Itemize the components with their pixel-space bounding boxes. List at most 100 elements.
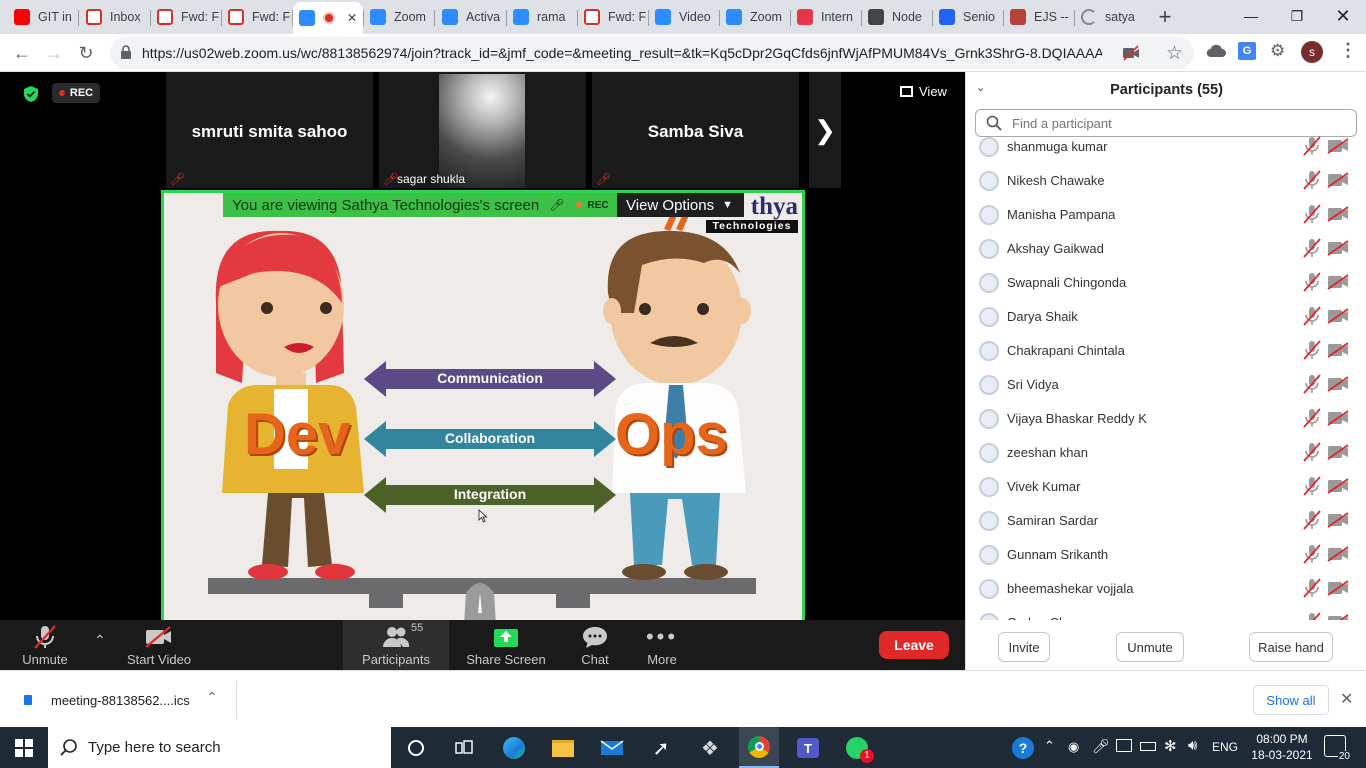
camera-blocked-icon[interactable] [1122, 45, 1140, 66]
participant-row[interactable]: Manisha Pampana [966, 198, 1366, 232]
indeed-icon [939, 9, 955, 25]
browser-tab[interactable]: ✕ [293, 2, 363, 34]
volume-icon[interactable]: 🔊︎ [1188, 737, 1197, 754]
translate-icon[interactable]: G [1238, 42, 1256, 60]
minimize-button[interactable]: — [1228, 0, 1274, 32]
browser-tab[interactable]: Zoom [364, 4, 434, 30]
restore-button[interactable]: ❐ [1274, 0, 1320, 32]
battery-icon[interactable] [1140, 742, 1156, 751]
participant-row[interactable]: Sri Vidya [966, 368, 1366, 402]
participant-row[interactable]: Vivek Kumar [966, 470, 1366, 504]
wifi-icon[interactable]: ✻ [1164, 737, 1177, 755]
browser-tab[interactable]: Senio [933, 4, 1003, 30]
close-window-button[interactable]: ✕ [1320, 0, 1366, 32]
unmute-button[interactable]: Unmute [18, 620, 72, 670]
bookmark-star-icon[interactable]: ☆ [1166, 42, 1183, 65]
chrome-taskbar-icon[interactable] [739, 727, 779, 768]
participant-avatar [979, 545, 999, 565]
start-video-button[interactable]: Start Video [124, 620, 194, 670]
participant-row[interactable]: Samiran Sardar [966, 504, 1366, 538]
browser-tab[interactable]: Inbox [80, 4, 150, 30]
view-options-button[interactable]: View Options ▼ [617, 193, 744, 217]
participant-row[interactable]: Swapnali Chingonda [966, 266, 1366, 300]
arrow-label-communication: Communication [437, 370, 543, 386]
extensions-puzzle-icon[interactable]: ⚙ [1270, 41, 1285, 61]
participant-row[interactable]: Chakrapani Chintala [966, 334, 1366, 368]
profile-avatar[interactable]: s [1301, 41, 1323, 63]
participant-video-thumbnail[interactable]: smruti smita sahoo 🎤︎ [166, 72, 373, 188]
app-lightning-icon[interactable]: ➚ [641, 732, 681, 764]
loading-icon [1081, 9, 1097, 25]
participant-row[interactable]: Nikesh Chawake [966, 164, 1366, 198]
download-options-chevron-icon[interactable]: ⌃ [206, 689, 218, 706]
next-page-arrow-button[interactable]: ❯ [809, 72, 841, 188]
close-download-bar-icon[interactable]: ✕ [1340, 689, 1353, 709]
cortana-icon[interactable] [396, 732, 436, 764]
edge-icon[interactable] [494, 732, 534, 764]
browser-tab-label: Zoom [394, 10, 426, 24]
participant-video-thumbnail[interactable]: Samba Siva 🎤︎ [592, 72, 799, 188]
participant-row[interactable]: Vijaya Bhaskar Reddy K [966, 402, 1366, 436]
view-toggle-button[interactable]: View [900, 84, 947, 99]
participant-row[interactable]: Gunnam Srikanth [966, 538, 1366, 572]
browser-menu-icon[interactable]: ⋮ [1339, 40, 1357, 61]
tray-overflow-chevron-icon[interactable]: ⌃ [1044, 738, 1055, 754]
browser-tab[interactable]: satya [1075, 4, 1145, 30]
back-button[interactable]: ← [8, 39, 36, 67]
dropbox-icon[interactable]: ❖ [690, 732, 730, 764]
video-off-icon [1327, 342, 1349, 363]
browser-tab[interactable]: rama [507, 4, 577, 30]
share-screen-button[interactable]: Share Screen [465, 620, 547, 670]
participant-row[interactable]: bheemashekar vojjala [966, 572, 1366, 606]
browser-tab[interactable]: Activa [436, 4, 506, 30]
help-icon[interactable]: ? [1012, 737, 1034, 759]
more-dots-icon: ••• [645, 624, 679, 649]
participant-row[interactable]: shanmuga kumar [966, 130, 1366, 164]
participant-row[interactable]: Omkar Chavan [966, 606, 1366, 620]
browser-tab[interactable]: Zoom [720, 4, 790, 30]
browser-tab[interactable]: Fwd: F [151, 4, 221, 30]
reload-button[interactable]: ↻ [72, 39, 100, 67]
notification-center-icon[interactable]: 20 [1324, 735, 1351, 762]
windows-start-icon[interactable] [4, 732, 44, 764]
participant-video-thumbnail[interactable]: 🎤︎ sagar shukla [379, 72, 586, 188]
new-tab-button[interactable]: + [1152, 4, 1178, 29]
browser-tab[interactable]: Video [649, 4, 719, 30]
browser-tab[interactable]: Fwd: F [222, 4, 292, 30]
browser-tab[interactable]: Intern [791, 4, 861, 30]
participant-row[interactable]: zeeshan khan [966, 436, 1366, 470]
thumbnail-name: smruti smita sahoo [191, 122, 348, 141]
taskbar-search-box[interactable]: Type here to search [48, 727, 391, 768]
cloud-download-icon[interactable] [1206, 43, 1226, 64]
rec-dot-icon [576, 202, 583, 208]
participant-name: Gunnam Srikanth [1007, 547, 1109, 562]
show-all-downloads-button[interactable]: Show all [1253, 685, 1329, 715]
browser-tab[interactable]: Fwd: F [578, 4, 648, 30]
task-view-icon[interactable] [444, 732, 484, 764]
close-tab-icon[interactable]: ✕ [347, 11, 357, 25]
browser-tab[interactable]: GIT in [8, 4, 78, 30]
leave-meeting-button[interactable]: Leave [879, 631, 949, 659]
clock[interactable]: 08:00 PM 18-03-2021 [1245, 731, 1319, 763]
browser-tab[interactable]: EJS -- [1004, 4, 1074, 30]
browser-tab[interactable]: Node [862, 4, 932, 30]
teams-icon[interactable]: T [788, 732, 828, 764]
downloaded-file-name[interactable]: meeting-88138562....ics [51, 693, 190, 708]
chat-button[interactable]: Chat [570, 620, 620, 670]
participant-row[interactable]: Akshay Gaikwad [966, 232, 1366, 266]
muted-mic-icon [1303, 476, 1321, 501]
participant-row[interactable]: Darya Shaik [966, 300, 1366, 334]
more-button[interactable]: ••• More [637, 620, 687, 670]
audio-options-chevron-icon[interactable]: ⌃ [94, 632, 106, 649]
panel-unmute-button[interactable]: Unmute [1116, 632, 1184, 662]
file-explorer-icon[interactable] [543, 732, 583, 764]
mail-icon[interactable] [592, 732, 632, 764]
address-bar[interactable]: https://us02web.zoom.us/wc/88138562974/j… [110, 37, 1194, 69]
language-indicator[interactable]: ENG [1212, 740, 1238, 754]
invite-button[interactable]: Invite [998, 632, 1050, 662]
whatsapp-icon[interactable]: 1 [837, 732, 877, 764]
participants-button[interactable]: 55 Participants [343, 620, 449, 670]
display-tray-icon [1116, 739, 1132, 752]
forward-button[interactable]: → [40, 39, 68, 67]
raise-hand-button[interactable]: Raise hand [1249, 632, 1333, 662]
